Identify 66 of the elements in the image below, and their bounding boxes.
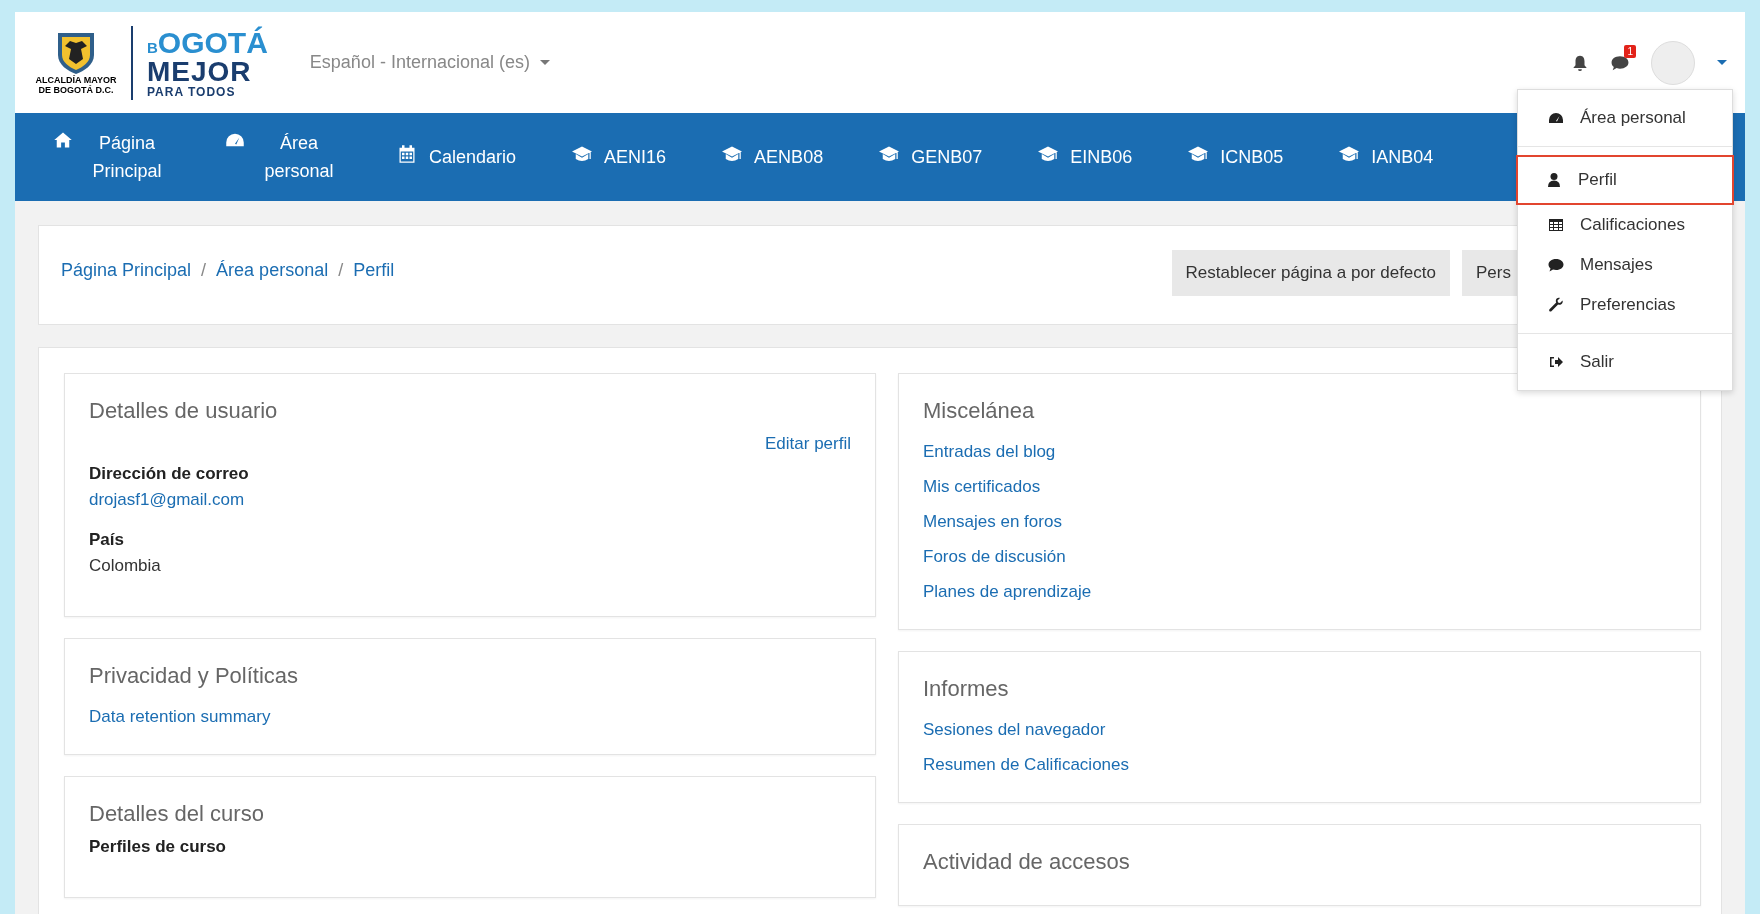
field-label: Perfiles de curso [89, 837, 226, 857]
menu-item[interactable]: Salir [1518, 342, 1732, 382]
section-title: Detalles del curso [89, 801, 265, 827]
logo-text: MEJOR [147, 57, 253, 86]
menu-item[interactable]: Preferencias [1518, 285, 1732, 325]
graduation-cap-icon [1339, 144, 1360, 164]
breadcrumb-separator: / [201, 259, 207, 281]
section-title: Actividad de accesos [923, 849, 1131, 875]
graduation-cap-icon [879, 144, 900, 164]
section-title: Privacidad y Políticas [89, 663, 300, 689]
speech-bubble-icon [1548, 257, 1564, 273]
coat-of-arms-icon [56, 30, 96, 75]
logo-text: BOGOTÁ [147, 27, 268, 58]
section-link[interactable]: Foros de discusión [923, 539, 1066, 574]
graduation-cap-icon [722, 144, 743, 164]
section-title: Informes [923, 676, 1010, 702]
page-button[interactable]: Restablecer página a por defecto [1171, 250, 1450, 296]
sign-out-icon [1548, 354, 1564, 370]
graduation-cap-icon [1188, 144, 1209, 164]
section-link[interactable]: Mis certificados [923, 469, 1041, 504]
notification-badge: 1 [1624, 44, 1636, 58]
section-link[interactable]: Entradas del blog [923, 434, 1056, 469]
user-icon [1546, 172, 1562, 188]
section-title: Detalles de usuario [89, 398, 279, 424]
nav-link[interactable]: AENB08 [722, 143, 824, 171]
bell-icon [1571, 53, 1589, 72]
section-link[interactable]: Mensajes en foros [923, 504, 1062, 539]
logo-text: PARA TODOS [147, 85, 237, 98]
nav-link[interactable]: GENB07 [879, 143, 983, 171]
nav-link[interactable]: Área personal [225, 129, 341, 185]
section-link[interactable]: Sesiones del navegador [923, 712, 1106, 747]
breadcrumb-separator: / [338, 259, 344, 281]
wrench-icon [1548, 297, 1564, 313]
logo-caption: ALCALDÍA MAYOR [35, 74, 117, 85]
section-link[interactable]: Resumen de Calificaciones [923, 747, 1129, 782]
field-value: Colombia [89, 556, 161, 576]
field-label: País [89, 530, 124, 550]
nav-link[interactable]: Calendario [397, 143, 517, 171]
breadcrumb-link[interactable]: Perfil [353, 259, 395, 281]
caret-icon[interactable] [1717, 60, 1727, 65]
table-icon [1548, 217, 1564, 233]
section-link[interactable]: Planes de aprendizaje [923, 574, 1092, 609]
section-title: Miscelánea [923, 398, 1036, 424]
nav-link[interactable]: Página Principal [53, 129, 169, 185]
calendar-icon [397, 144, 417, 164]
home-icon [53, 130, 73, 150]
menu-item[interactable]: Perfil [1516, 155, 1734, 205]
menu-item[interactable]: Mensajes [1518, 245, 1732, 285]
email-link[interactable]: drojasf1@gmail.com [89, 490, 245, 510]
nav-link[interactable]: ICNB05 [1188, 143, 1284, 171]
language-menu[interactable]: Español - Internacional (es) [309, 52, 550, 73]
speech-bubble-icon [1611, 53, 1629, 72]
gauge-icon [1548, 110, 1564, 126]
graduation-cap-icon [1038, 144, 1059, 164]
logo-caption: DE BOGOTÁ D.C. [38, 84, 114, 95]
graduation-cap-icon [572, 144, 593, 164]
menu-item[interactable]: Calificaciones [1518, 205, 1732, 245]
nav-link[interactable]: EINB06 [1038, 143, 1133, 171]
nav-link[interactable]: IANB04 [1339, 143, 1434, 171]
menu-item[interactable]: Área personal [1518, 98, 1732, 138]
section-link[interactable]: Data retention summary [89, 699, 271, 734]
breadcrumb-link[interactable]: Área personal [216, 259, 329, 281]
field-label: Dirección de correo [89, 464, 249, 484]
nav-link[interactable]: AENI16 [572, 143, 667, 171]
edit-profile-link[interactable]: Editar perfil [765, 434, 851, 454]
breadcrumb-link[interactable]: Página Principal [61, 259, 192, 281]
